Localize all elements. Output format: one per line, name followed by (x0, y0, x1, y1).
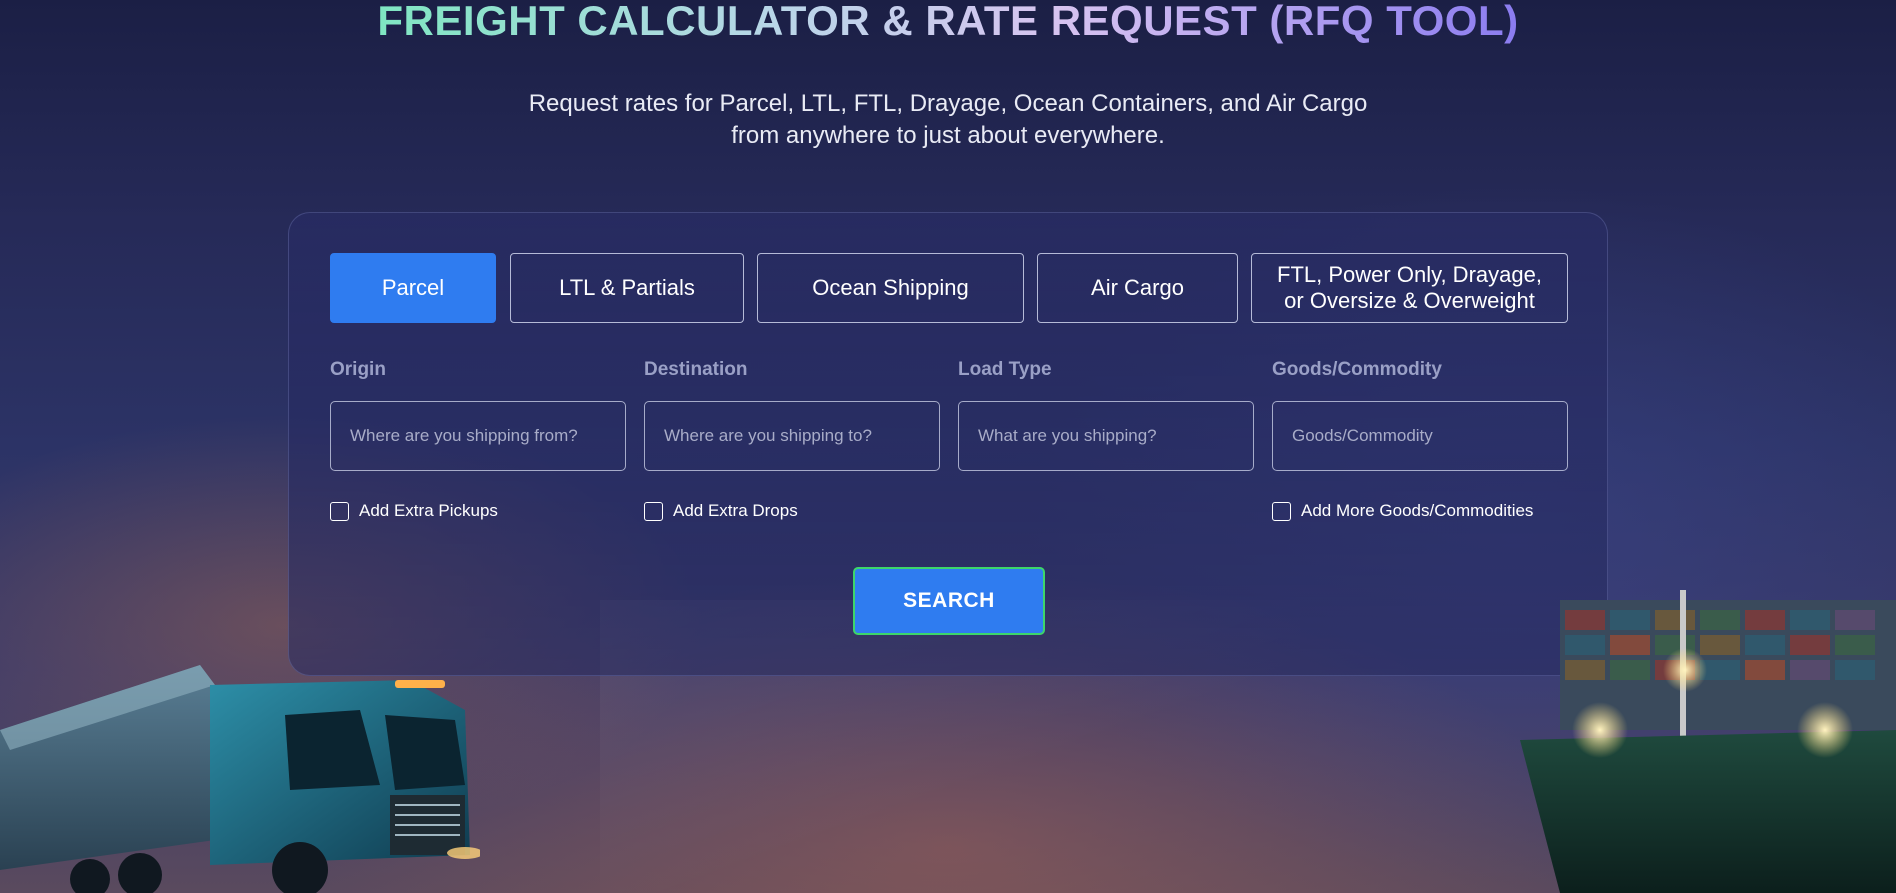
goods-commodity-input[interactable] (1272, 401, 1568, 471)
subtitle-line-1: Request rates for Parcel, LTL, FTL, Dray… (528, 90, 1368, 117)
more-goods-option[interactable]: Add More Goods/Commodities (1272, 501, 1533, 521)
extra-drops-label: Add Extra Drops (673, 501, 798, 520)
origin-input[interactable] (330, 401, 626, 471)
load-type-label: Load Type (958, 359, 1052, 380)
tab-ftl-label-line-2: or Oversize & Overweight (1284, 288, 1535, 313)
page-title: FREIGHT CALCULATOR & RATE REQUEST (RFQ T… (0, 0, 1896, 42)
rfq-form-card: Parcel LTL & Partials Ocean Shipping Air… (288, 212, 1608, 676)
tab-parcel-label: Parcel (381, 275, 445, 300)
more-goods-checkbox[interactable] (1272, 501, 1291, 521)
container-ship-illustration (1520, 590, 1896, 893)
semi-truck-illustration (0, 665, 480, 893)
tab-ocean-shipping[interactable]: Ocean Shipping (757, 253, 1024, 323)
tab-ltl-partials[interactable]: LTL & Partials (510, 253, 744, 323)
goods-commodity-label: Goods/Commodity (1272, 359, 1442, 380)
tab-air-cargo-label: Air Cargo (1091, 275, 1184, 300)
destination-label: Destination (644, 359, 748, 380)
extra-pickups-label: Add Extra Pickups (359, 501, 498, 520)
search-button[interactable]: SEARCH (853, 567, 1045, 635)
extra-pickups-checkbox[interactable] (330, 501, 349, 521)
origin-label: Origin (330, 359, 386, 380)
page-title-text: FREIGHT CALCULATOR & RATE REQUEST (RFQ T… (377, 0, 1518, 44)
destination-input[interactable] (644, 401, 940, 471)
more-goods-label: Add More Goods/Commodities (1301, 501, 1534, 520)
tab-ftl-power-only[interactable]: FTL, Power Only, Drayage, or Oversize & … (1251, 253, 1568, 323)
tab-ocean-shipping-label: Ocean Shipping (812, 275, 969, 300)
load-type-input[interactable] (958, 401, 1254, 471)
page-subtitle: Request rates for Parcel, LTL, FTL, Dray… (0, 88, 1896, 152)
search-button-label: SEARCH (903, 589, 995, 612)
tab-parcel[interactable]: Parcel (330, 253, 496, 323)
extra-pickups-option[interactable]: Add Extra Pickups (330, 501, 498, 521)
subtitle-line-2: from anywhere to just about everywhere. (731, 122, 1165, 149)
tab-air-cargo[interactable]: Air Cargo (1037, 253, 1238, 323)
extra-drops-checkbox[interactable] (644, 501, 663, 521)
tab-ltl-partials-label: LTL & Partials (559, 275, 695, 300)
tab-ftl-label-line-1: FTL, Power Only, Drayage, (1277, 262, 1542, 287)
extra-drops-option[interactable]: Add Extra Drops (644, 501, 798, 521)
